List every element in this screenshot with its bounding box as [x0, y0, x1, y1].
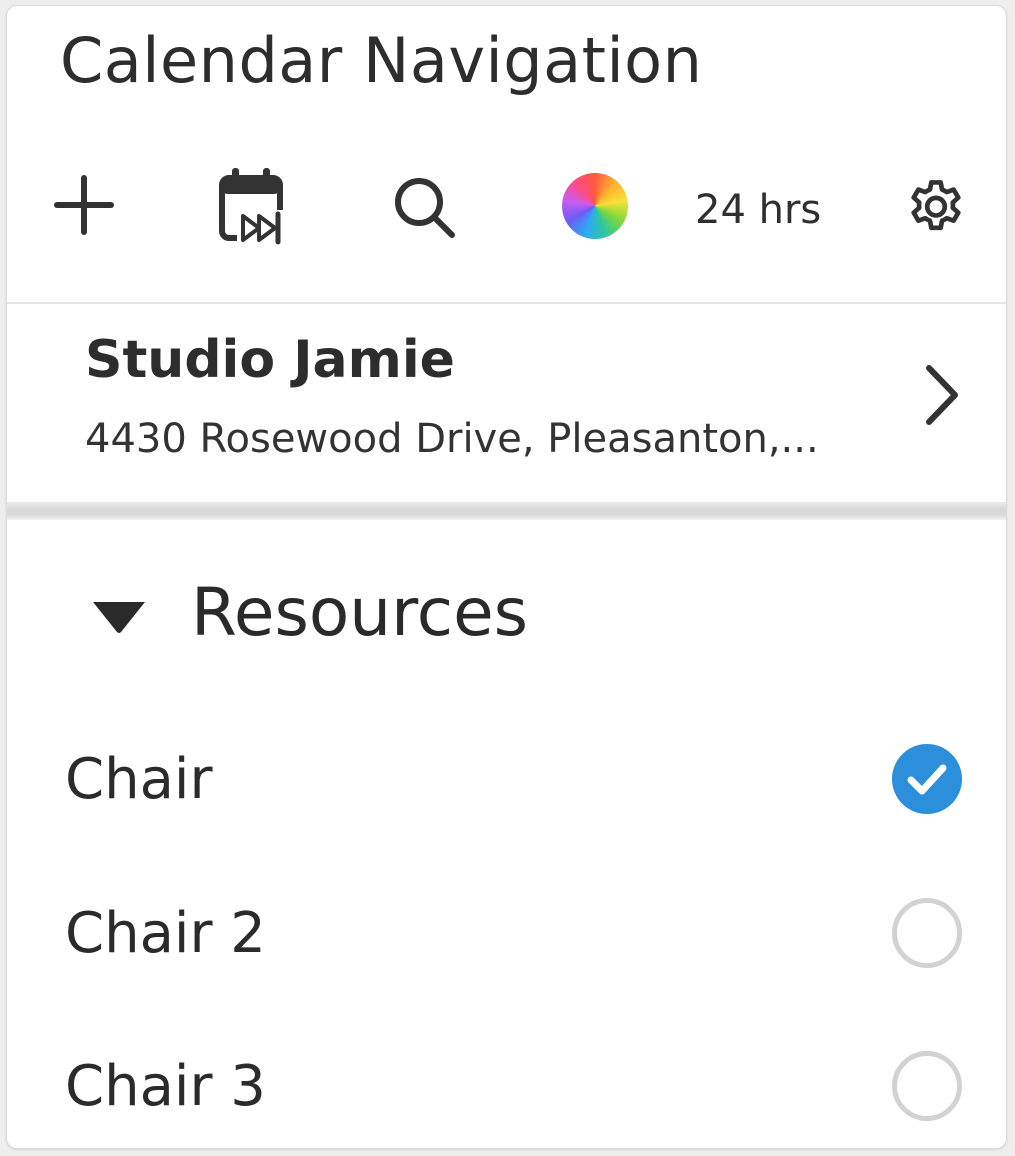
- resource-label: Chair 2: [65, 901, 266, 966]
- jump-to-today-button[interactable]: [215, 166, 287, 246]
- resources-title: Resources: [191, 574, 529, 651]
- gear-icon: [911, 180, 961, 231]
- resources-section-toggle[interactable]: Resources: [7, 556, 1006, 676]
- location-row[interactable]: Studio Jamie 4430 Rosewood Drive, Pleasa…: [7, 304, 1006, 502]
- checked-circle-icon[interactable]: [891, 743, 963, 815]
- resource-label: Chair: [65, 747, 213, 812]
- location-address: 4430 Rosewood Drive, Pleasanton,...: [85, 416, 819, 462]
- resource-item-chair-2[interactable]: Chair 2: [7, 857, 1006, 1007]
- search-icon: [395, 178, 455, 238]
- plus-icon: [54, 175, 114, 235]
- settings-button[interactable]: [900, 169, 972, 241]
- chevron-right-icon: [926, 365, 958, 425]
- caret-down-icon: [93, 602, 145, 633]
- calendar-navigation-panel: Calendar Navigation 24 hrs Studio Jamie …: [7, 6, 1006, 1148]
- color-picker-button[interactable]: [560, 171, 630, 241]
- add-button[interactable]: [51, 172, 117, 238]
- hours-toggle[interactable]: 24 hrs: [695, 182, 821, 238]
- unchecked-circle-icon[interactable]: [891, 1050, 963, 1122]
- unchecked-circle-icon[interactable]: [891, 897, 963, 969]
- calendar-skip-forward-icon: [219, 168, 287, 246]
- resource-item-chair[interactable]: Chair: [7, 703, 1006, 853]
- resource-label: Chair 3: [65, 1054, 266, 1119]
- resource-item-chair-3[interactable]: Chair 3: [7, 1010, 1006, 1148]
- search-button[interactable]: [389, 172, 459, 242]
- location-name: Studio Jamie: [85, 330, 455, 390]
- section-divider: [7, 502, 1006, 520]
- color-wheel-icon: [562, 173, 628, 239]
- page-title: Calendar Navigation: [60, 24, 703, 97]
